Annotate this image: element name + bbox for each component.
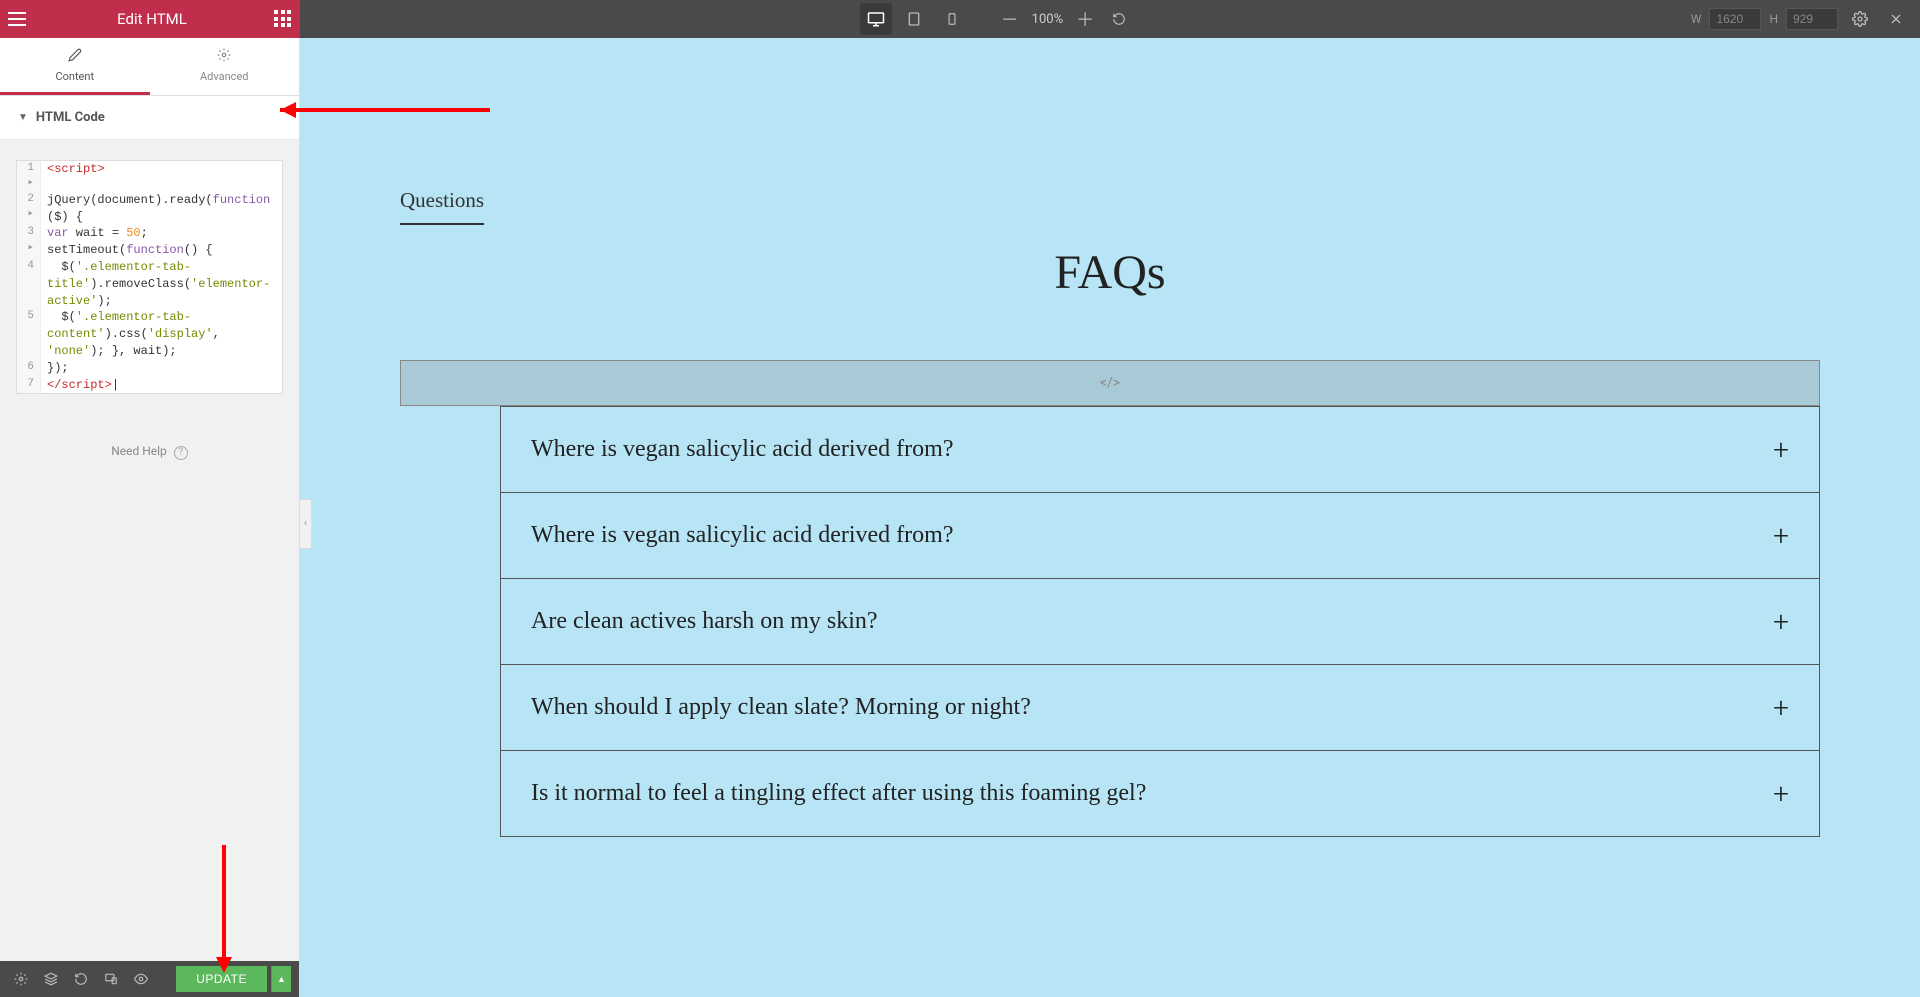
accordion-question: Where is vegan salicylic acid derived fr…	[531, 436, 953, 463]
history-icon[interactable]	[68, 966, 94, 992]
html-widget-placeholder[interactable]: </>	[400, 360, 1820, 406]
faq-accordion: Where is vegan salicylic acid derived fr…	[500, 406, 1820, 837]
accordion-item[interactable]: Is it normal to feel a tingling effect a…	[500, 751, 1820, 837]
preview-canvas[interactable]: Questions FAQs </> Where is vegan salicy…	[300, 38, 1920, 997]
height-input[interactable]	[1786, 8, 1838, 30]
menu-icon[interactable]	[8, 8, 30, 30]
update-dropdown-button[interactable]: ▲	[271, 966, 291, 992]
code-placeholder-icon: </>	[1100, 375, 1120, 391]
panel-settings-icon[interactable]	[8, 966, 34, 992]
questions-label: Questions	[400, 188, 484, 225]
sidebar-collapse-handle[interactable]: ‹	[300, 499, 312, 549]
widgets-grid-icon[interactable]	[274, 10, 292, 28]
tab-advanced-label: Advanced	[200, 70, 248, 83]
plus-icon: +	[1773, 519, 1789, 552]
section-title: HTML Code	[36, 110, 105, 125]
width-input[interactable]	[1709, 8, 1761, 30]
device-mobile-button[interactable]	[936, 3, 968, 35]
device-desktop-button[interactable]	[860, 3, 892, 35]
annotation-arrow-left	[280, 95, 500, 125]
html-code-editor[interactable]: 1 ▸<script> 2 ▸jQuery(document).ready(fu…	[16, 160, 283, 394]
zoom-in-button[interactable]: ＋	[1073, 7, 1097, 31]
section-html-code[interactable]: ▼ HTML Code	[0, 96, 299, 140]
plus-icon: +	[1773, 777, 1789, 810]
responsive-icon[interactable]	[98, 966, 124, 992]
accordion-item[interactable]: Are clean actives harsh on my skin? +	[500, 579, 1820, 665]
annotation-arrow-down	[209, 845, 239, 975]
tab-content-label: Content	[55, 70, 94, 83]
plus-icon: +	[1773, 605, 1789, 638]
zoom-out-button[interactable]: －	[998, 7, 1022, 31]
accordion-item[interactable]: Where is vegan salicylic acid derived fr…	[500, 406, 1820, 493]
tab-content[interactable]: Content	[0, 38, 150, 95]
accordion-question: Where is vegan salicylic acid derived fr…	[531, 522, 953, 549]
plus-icon: +	[1773, 691, 1789, 724]
panel-title: Edit HTML	[117, 10, 187, 28]
navigator-icon[interactable]	[38, 966, 64, 992]
close-icon[interactable]	[1882, 5, 1910, 33]
caret-down-icon: ▼	[18, 112, 28, 123]
plus-icon: +	[1773, 433, 1789, 466]
accordion-question: When should I apply clean slate? Morning…	[531, 694, 1031, 721]
gear-icon	[217, 48, 231, 66]
help-icon: ?	[174, 446, 188, 460]
preview-icon[interactable]	[128, 966, 154, 992]
accordion-item[interactable]: When should I apply clean slate? Morning…	[500, 665, 1820, 751]
width-label: W	[1691, 12, 1702, 26]
need-help-link[interactable]: Need Help ?	[111, 444, 188, 458]
accordion-question: Is it normal to feel a tingling effect a…	[531, 780, 1146, 807]
settings-icon[interactable]	[1846, 5, 1874, 33]
tab-advanced[interactable]: Advanced	[150, 38, 300, 95]
need-help-text: Need Help	[111, 444, 167, 458]
pencil-icon	[68, 48, 82, 66]
accordion-question: Are clean actives harsh on my skin?	[531, 608, 878, 635]
faqs-heading: FAQs	[380, 245, 1840, 300]
device-tablet-button[interactable]	[898, 3, 930, 35]
height-label: H	[1769, 12, 1778, 26]
zoom-reset-button[interactable]	[1107, 7, 1131, 31]
zoom-level: 100%	[1032, 12, 1063, 27]
accordion-item[interactable]: Where is vegan salicylic acid derived fr…	[500, 493, 1820, 579]
